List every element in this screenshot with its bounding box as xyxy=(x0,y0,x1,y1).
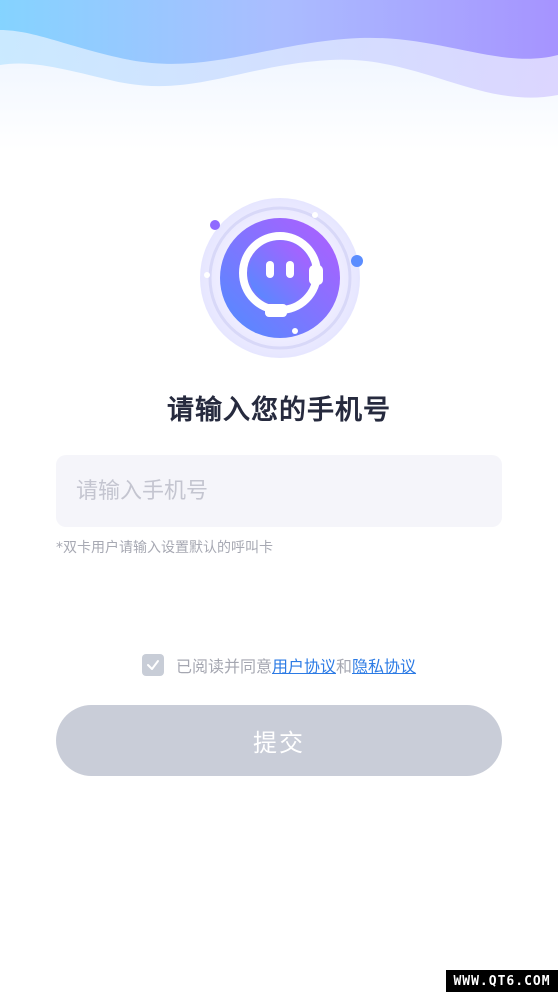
agreement-row: 已阅读并同意 用户协议 和 隐私协议 xyxy=(0,653,558,677)
agreement-joiner: 和 xyxy=(336,657,353,676)
submit-button[interactable]: 提交 xyxy=(56,705,502,776)
app-logo xyxy=(195,193,365,363)
check-icon xyxy=(146,660,159,670)
agreement-prefix: 已阅读并同意 xyxy=(175,657,272,676)
dual-sim-hint: *双卡用户请输入设置默认的呼叫卡 xyxy=(56,540,273,556)
privacy-agreement-link[interactable]: 隐私协议 xyxy=(352,653,416,677)
agreement-checkbox[interactable] xyxy=(141,654,164,676)
customer-service-robot-icon xyxy=(200,198,363,358)
header-wave-decoration xyxy=(0,0,558,150)
site-watermark: WWW.QT6.COM xyxy=(446,970,558,992)
phone-input-container[interactable] xyxy=(56,455,502,527)
user-agreement-link[interactable]: 用户协议 xyxy=(272,653,336,677)
page-title: 请输入您的手机号 xyxy=(167,395,391,426)
phone-input[interactable] xyxy=(74,477,484,505)
